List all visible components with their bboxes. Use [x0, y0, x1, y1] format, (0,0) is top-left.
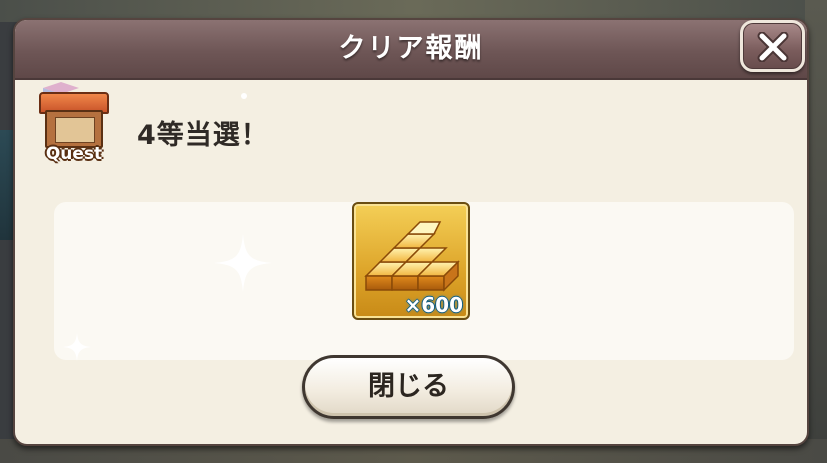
dialog-title: クリア報酬	[338, 33, 484, 64]
sparkle-large-icon	[214, 234, 272, 292]
background-left-strip	[0, 130, 14, 240]
quest-building	[45, 110, 103, 148]
sparkle-dot-icon	[241, 93, 247, 99]
quest-board	[55, 117, 95, 143]
dialog-header: クリア報酬	[15, 20, 807, 80]
lottery-result-text: 4等当選！	[137, 120, 269, 151]
sparkle-small-icon	[63, 333, 91, 361]
quest-shop-icon: Quest	[33, 88, 115, 170]
close-x-icon	[757, 32, 789, 62]
quest-label: Quest	[45, 144, 103, 164]
gold-bars-icon	[364, 221, 460, 292]
close-dialog-button[interactable]: 閉じる	[302, 355, 515, 419]
reward-quantity: ×600	[404, 293, 463, 317]
reward-item[interactable]: ×600	[352, 202, 470, 320]
close-button[interactable]	[740, 20, 805, 72]
